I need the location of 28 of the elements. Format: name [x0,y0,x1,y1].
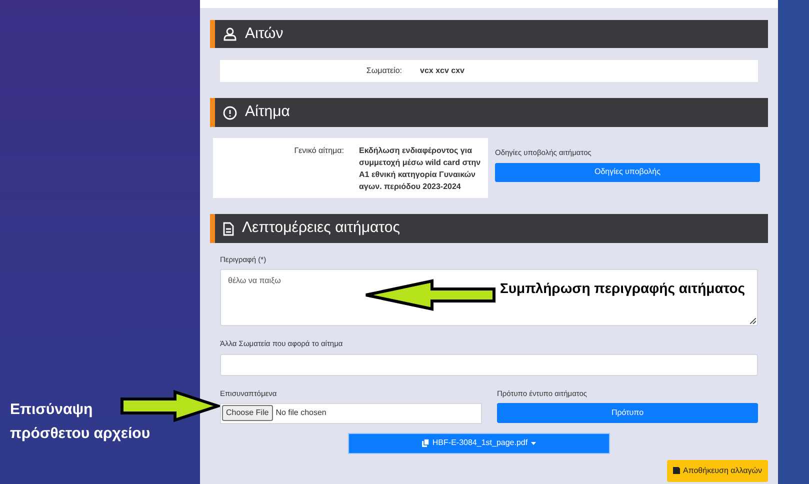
section-title: Αίτημα [245,102,290,122]
info-icon [223,106,237,120]
description-field[interactable]: θέλω να παιξω Συμπλήρωση περιγραφής αιτήματος [220,269,758,326]
field-text: θέλω να παιξω [228,276,281,286]
instructions-button[interactable]: Οδηγίες υποβολής [495,162,760,182]
choose-file-button[interactable]: Choose File [222,405,273,422]
other-clubs-field[interactable] [220,354,758,376]
field-label: Γενικό αίτημα: [293,145,344,157]
template-button[interactable]: Πρότυπο [497,402,758,423]
section-title: Λεπτομέρειες αιτήματος [242,218,400,238]
caret-icon [530,442,536,445]
arrow-icon [120,390,220,422]
annotation-text: Επισύναψη πρόσθετου αρχείου [10,400,152,444]
arrow-icon [364,279,496,311]
field-value: Εκδήλωση ενδιαφέροντος για συμμετοχή μέσω wild card στην A1 εθνική κατηγορία Γυναικών αγων. περιόδου 2023-2024 [359,145,481,193]
field-label: Σωματείο: [365,65,402,77]
annotation-text: Συμπλήρωση περιγραφής αιτήματος [500,279,746,298]
copy-icon [422,439,430,448]
document-icon [223,222,234,236]
file-input[interactable]: Choose File No file chosen [220,402,482,424]
field-value: vcx xcv cxv [420,65,464,77]
section-title: Αιτών [245,24,284,44]
save-icon [672,467,680,474]
file-dropdown-button[interactable]: HBF-E-3084_1st_page.pdf [348,432,610,454]
user-icon [223,27,237,41]
file-status: No file chosen [276,407,326,420]
save-button[interactable]: Αποθήκευση αλλαγών [666,460,768,482]
resize-handle-icon[interactable] [750,318,756,324]
